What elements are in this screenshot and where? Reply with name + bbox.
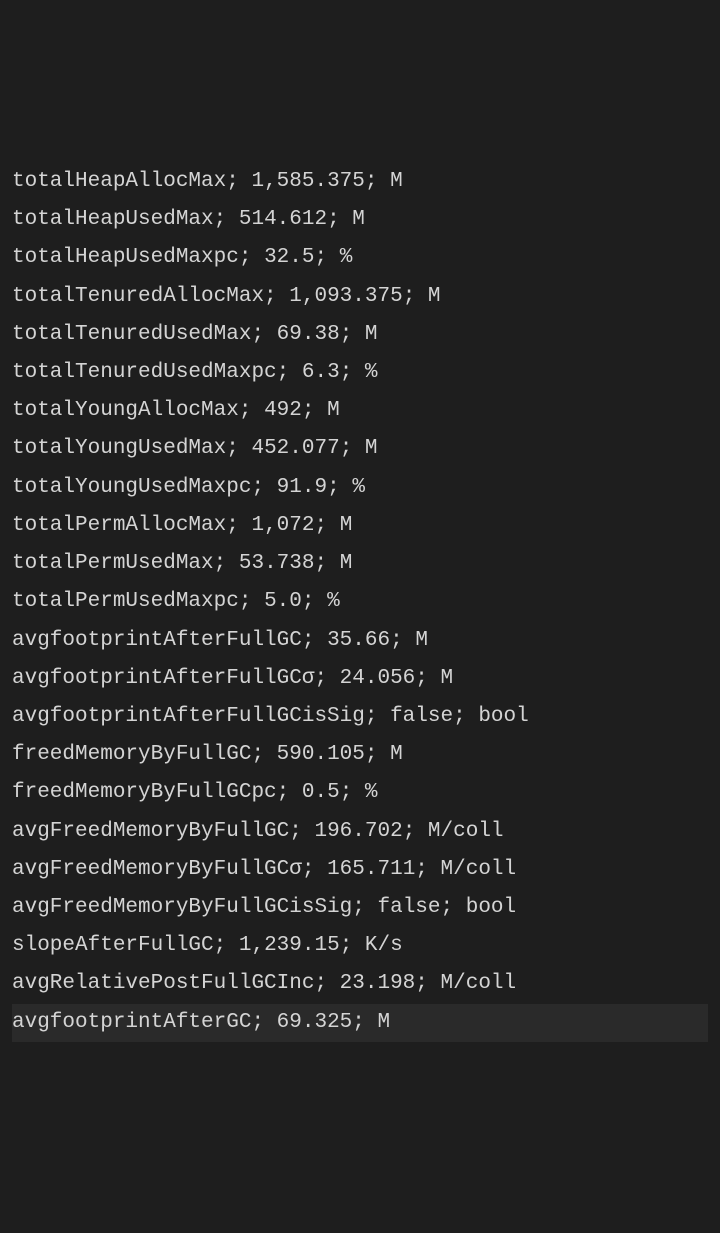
metric-name: avgfootprintAfterFullGCσ — [12, 667, 314, 690]
metric-name: totalYoungAllocMax — [12, 399, 239, 422]
metric-line: freedMemoryByFullGC; 590.105; M — [12, 736, 708, 774]
metric-unit: M/coll — [441, 858, 517, 881]
metric-value: 1,072 — [251, 514, 314, 537]
metric-unit: M — [428, 285, 441, 308]
metric-value: 69.38 — [277, 323, 340, 346]
metric-value: 1,585.375 — [251, 170, 364, 193]
metric-unit: M — [415, 629, 428, 652]
metric-value: 165.711 — [327, 858, 415, 881]
metric-line: totalHeapAllocMax; 1,585.375; M — [12, 163, 708, 201]
metric-unit: % — [340, 246, 353, 269]
metric-name: totalHeapUsedMaxpc — [12, 246, 239, 269]
metric-line: totalTenuredAllocMax; 1,093.375; M — [12, 278, 708, 316]
metric-line: avgfootprintAfterFullGCisSig; false; boo… — [12, 698, 708, 736]
metric-unit: M — [365, 323, 378, 346]
metric-value: false — [377, 896, 440, 919]
metric-name: totalPermUsedMax — [12, 552, 214, 575]
metric-unit: M/coll — [428, 820, 504, 843]
metric-name: totalHeapAllocMax — [12, 170, 226, 193]
metric-name: totalTenuredAllocMax — [12, 285, 264, 308]
metric-line: totalHeapUsedMaxpc; 32.5; % — [12, 239, 708, 277]
metric-value: false — [390, 705, 453, 728]
metric-unit: % — [365, 781, 378, 804]
metric-unit: M — [390, 743, 403, 766]
metric-unit: bool — [466, 896, 516, 919]
metric-name: totalTenuredUsedMax — [12, 323, 251, 346]
metric-name: totalYoungUsedMaxpc — [12, 476, 251, 499]
metric-line: avgfootprintAfterGC; 69.325; M — [12, 1004, 708, 1042]
metric-line: totalPermUsedMaxpc; 5.0; % — [12, 583, 708, 621]
metric-value: 492 — [264, 399, 302, 422]
metric-line: totalYoungUsedMaxpc; 91.9; % — [12, 469, 708, 507]
metric-name: totalTenuredUsedMaxpc — [12, 361, 277, 384]
metric-unit: bool — [478, 705, 528, 728]
metric-line: totalPermUsedMax; 53.738; M — [12, 545, 708, 583]
metric-value: 1,239.15 — [239, 934, 340, 957]
metric-name: avgfootprintAfterFullGCisSig — [12, 705, 365, 728]
metric-name: freedMemoryByFullGC — [12, 743, 251, 766]
metric-line: avgfootprintAfterFullGC; 35.66; M — [12, 622, 708, 660]
metric-name: totalYoungUsedMax — [12, 437, 226, 460]
metric-line: totalYoungAllocMax; 492; M — [12, 392, 708, 430]
metric-line: freedMemoryByFullGCpc; 0.5; % — [12, 774, 708, 812]
metric-line: totalYoungUsedMax; 452.077; M — [12, 430, 708, 468]
metric-name: avgFreedMemoryByFullGC — [12, 820, 289, 843]
metric-value: 514.612 — [239, 208, 327, 231]
metric-line: slopeAfterFullGC; 1,239.15; K/s — [12, 927, 708, 965]
metric-unit: M — [340, 552, 353, 575]
metric-value: 35.66 — [327, 629, 390, 652]
metric-unit: M — [327, 399, 340, 422]
metric-name: avgfootprintAfterGC — [12, 1011, 251, 1034]
metric-value: 196.702 — [314, 820, 402, 843]
metric-name: totalHeapUsedMax — [12, 208, 214, 231]
metric-line: avgFreedMemoryByFullGC; 196.702; M/coll — [12, 813, 708, 851]
metric-line: avgFreedMemoryByFullGCisSig; false; bool — [12, 889, 708, 927]
metric-unit: M — [365, 437, 378, 460]
metric-unit: % — [365, 361, 378, 384]
metric-value: 452.077 — [251, 437, 339, 460]
metrics-output: totalHeapAllocMax; 1,585.375; MtotalHeap… — [12, 163, 708, 1042]
metric-unit: M — [352, 208, 365, 231]
metric-name: totalPermAllocMax — [12, 514, 226, 537]
metric-line: avgRelativePostFullGCInc; 23.198; M/coll — [12, 965, 708, 1003]
metric-value: 1,093.375 — [289, 285, 402, 308]
metric-unit: M/coll — [441, 972, 517, 995]
metric-name: freedMemoryByFullGCpc — [12, 781, 277, 804]
metric-unit: % — [352, 476, 365, 499]
metric-line: avgFreedMemoryByFullGCσ; 165.711; M/coll — [12, 851, 708, 889]
metric-value: 23.198 — [340, 972, 416, 995]
metric-line: totalTenuredUsedMaxpc; 6.3; % — [12, 354, 708, 392]
metric-name: avgFreedMemoryByFullGCisSig — [12, 896, 352, 919]
metric-value: 69.325 — [277, 1011, 353, 1034]
metric-value: 0.5 — [302, 781, 340, 804]
metric-name: slopeAfterFullGC — [12, 934, 214, 957]
metric-unit: M — [340, 514, 353, 537]
metric-line: totalPermAllocMax; 1,072; M — [12, 507, 708, 545]
metric-unit: M — [378, 1011, 391, 1034]
metric-unit: K/s — [365, 934, 403, 957]
metric-unit: % — [327, 590, 340, 613]
metric-line: totalHeapUsedMax; 514.612; M — [12, 201, 708, 239]
metric-value: 590.105 — [277, 743, 365, 766]
metric-unit: M — [441, 667, 454, 690]
metric-value: 32.5 — [264, 246, 314, 269]
metric-value: 6.3 — [302, 361, 340, 384]
metric-line: avgfootprintAfterFullGCσ; 24.056; M — [12, 660, 708, 698]
metric-value: 91.9 — [277, 476, 327, 499]
metric-name: totalPermUsedMaxpc — [12, 590, 239, 613]
metric-name: avgRelativePostFullGCInc — [12, 972, 314, 995]
metric-line: totalTenuredUsedMax; 69.38; M — [12, 316, 708, 354]
metric-unit: M — [390, 170, 403, 193]
metric-value: 24.056 — [340, 667, 416, 690]
metric-value: 5.0 — [264, 590, 302, 613]
metric-name: avgfootprintAfterFullGC — [12, 629, 302, 652]
metric-value: 53.738 — [239, 552, 315, 575]
metric-name: avgFreedMemoryByFullGCσ — [12, 858, 302, 881]
